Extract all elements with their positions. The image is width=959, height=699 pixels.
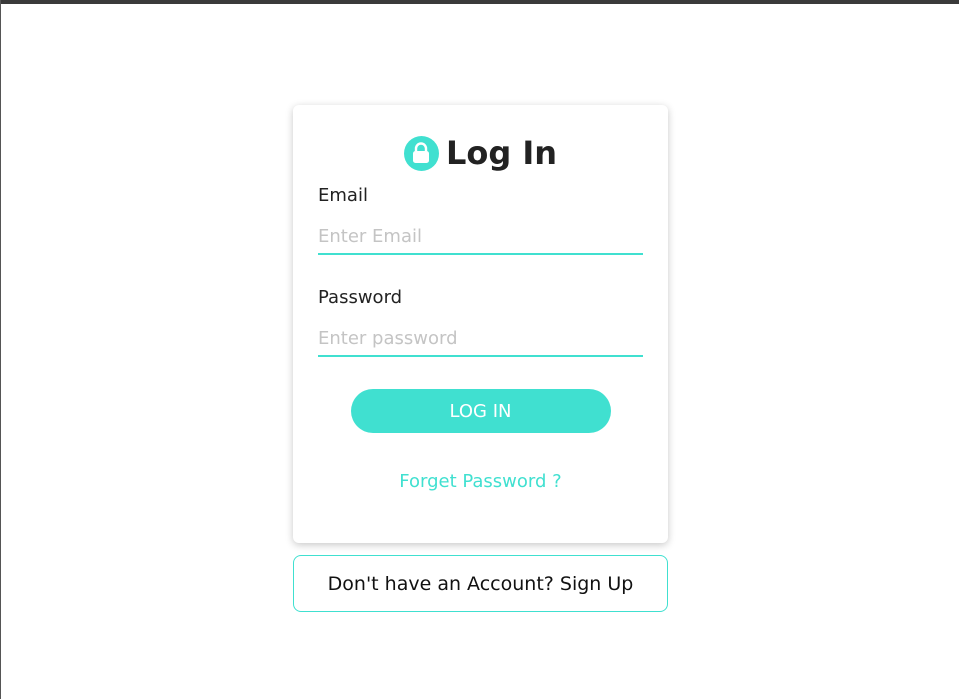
page-title: Log In: [445, 134, 558, 172]
window-top-bar: [0, 0, 959, 4]
login-card: Log In Email Password LOG IN Forget Pass…: [293, 105, 668, 543]
login-header: Log In: [318, 133, 643, 173]
email-label: Email: [318, 185, 368, 206]
signup-label: Don't have an Account? Sign Up: [327, 572, 634, 595]
lock-icon: [403, 135, 439, 171]
window-left-edge: [0, 0, 1, 699]
password-label: Password: [318, 287, 403, 308]
signup-link[interactable]: Don't have an Account? Sign Up: [293, 555, 668, 612]
email-field[interactable]: [318, 219, 643, 255]
forgot-password-link[interactable]: Forget Password ?: [318, 471, 643, 492]
password-field[interactable]: [318, 321, 643, 357]
login-button[interactable]: LOG IN: [350, 389, 611, 433]
